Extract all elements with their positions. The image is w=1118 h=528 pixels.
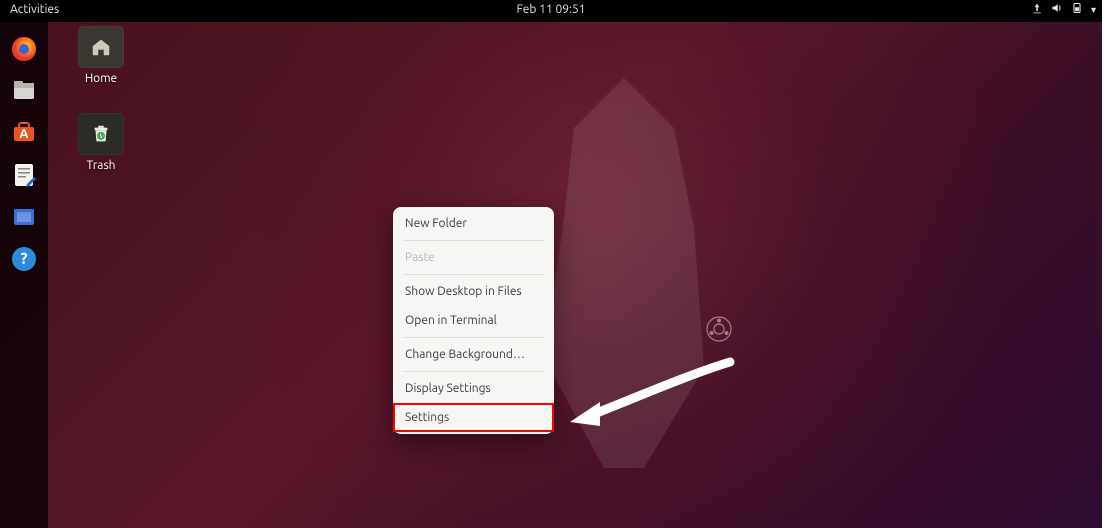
menu-settings[interactable]: Settings (393, 403, 554, 432)
desktop-icon-home[interactable]: Home (58, 26, 144, 85)
trash-icon[interactable] (78, 113, 124, 155)
menu-change-background[interactable]: Change Background… (393, 340, 554, 369)
dock-files[interactable] (7, 74, 41, 108)
svg-text:?: ? (20, 250, 27, 268)
top-bar: Activities Feb 11 09:51 ▾ (0, 0, 1102, 22)
menu-display-settings[interactable]: Display Settings (393, 374, 554, 403)
menu-separator (403, 240, 544, 241)
volume-icon[interactable] (1051, 2, 1063, 17)
power-icon[interactable] (1071, 2, 1083, 17)
chevron-down-icon[interactable]: ▾ (1091, 4, 1096, 16)
menu-separator (403, 371, 544, 372)
svg-text:A: A (19, 127, 29, 141)
menu-paste: Paste (393, 243, 554, 272)
dock: A ? (0, 22, 48, 528)
menu-separator (403, 274, 544, 275)
home-folder-icon[interactable] (78, 26, 124, 68)
desktop-icons: Home Trash (58, 26, 144, 200)
dock-help[interactable]: ? (7, 242, 41, 276)
desktop-icon-label[interactable]: Trash (58, 159, 144, 172)
dock-firefox[interactable] (7, 32, 41, 66)
desktop-icon-trash[interactable]: Trash (58, 113, 144, 172)
system-tray[interactable]: ▾ (1031, 2, 1096, 17)
desktop-context-menu: New Folder Paste Show Desktop in Files O… (393, 207, 554, 434)
menu-new-folder[interactable]: New Folder (393, 209, 554, 238)
dock-screenshot[interactable] (7, 200, 41, 234)
dock-text-editor[interactable] (7, 158, 41, 192)
annotation-arrow (570, 356, 736, 426)
clock[interactable]: Feb 11 09:51 (516, 3, 585, 16)
desktop-icon-label[interactable]: Home (58, 72, 144, 85)
page-right-margin (1102, 0, 1118, 528)
dock-software[interactable]: A (7, 116, 41, 150)
network-icon[interactable] (1031, 2, 1043, 17)
menu-separator (403, 337, 544, 338)
ubuntu-logo (706, 316, 732, 346)
menu-show-desktop-in-files[interactable]: Show Desktop in Files (393, 277, 554, 306)
screen: Activities Feb 11 09:51 ▾ A (0, 0, 1102, 528)
menu-open-in-terminal[interactable]: Open in Terminal (393, 306, 554, 335)
activities-button[interactable]: Activities (10, 3, 59, 16)
